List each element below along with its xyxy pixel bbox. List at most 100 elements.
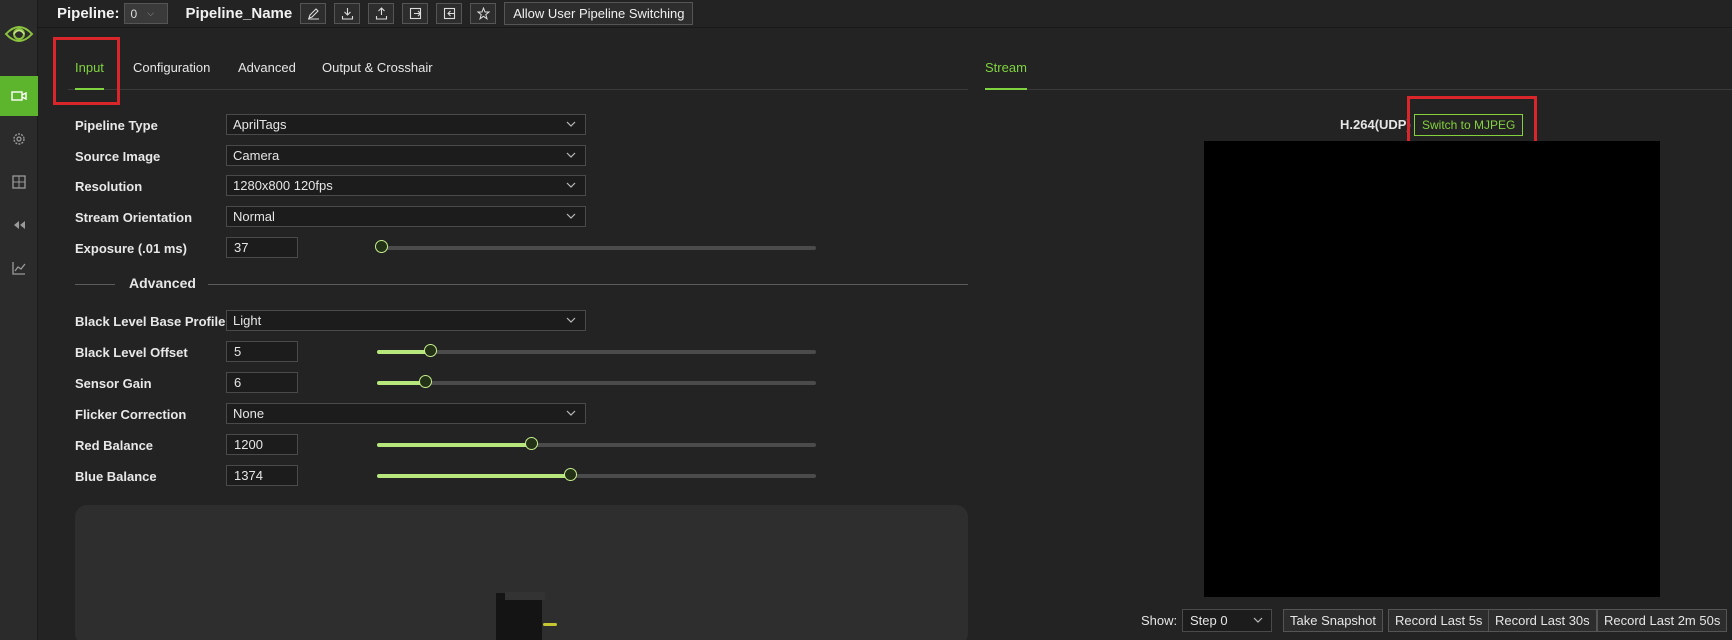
tab-configuration[interactable]: Configuration	[133, 60, 210, 90]
show-step-select[interactable]: Step 0	[1182, 609, 1272, 632]
sensor-gain-slider[interactable]	[377, 375, 816, 388]
red-balance-input[interactable]: 1200	[226, 434, 298, 455]
black-level-profile-select[interactable]: Light	[226, 310, 586, 331]
sidebar	[0, 0, 38, 640]
download-pipeline-button[interactable]	[334, 3, 361, 24]
chart-icon	[12, 262, 26, 275]
flicker-correction-value: None	[233, 406, 265, 421]
black-level-profile-label: Black Level Base Profile	[75, 314, 226, 329]
resolution-label: Resolution	[75, 179, 143, 194]
pipeline-index-value: 0	[130, 6, 138, 21]
resolution-select[interactable]: 1280x800 120fps	[226, 175, 586, 196]
source-image-label: Source Image	[75, 149, 161, 164]
dashboard-icon	[12, 175, 26, 189]
source-image-value: Camera	[233, 148, 280, 163]
chevron-down-icon	[566, 121, 576, 127]
exposure-label: Exposure (.01 ms)	[75, 241, 187, 256]
red-balance-slider-fill	[377, 443, 531, 447]
export-pipeline-button[interactable]	[402, 3, 429, 24]
flicker-correction-label: Flicker Correction	[75, 407, 187, 422]
tab-output-crosshair[interactable]: Output & Crosshair	[322, 60, 433, 90]
sensor-gain-label: Sensor Gain	[75, 376, 152, 391]
star-icon	[476, 7, 490, 20]
upload-pipeline-button[interactable]	[368, 3, 395, 24]
red-balance-slider-handle[interactable]	[524, 437, 538, 450]
record-last-2m50s-button[interactable]: Record Last 2m 50s	[1597, 609, 1728, 632]
pipeline-type-select[interactable]: AprilTags	[226, 114, 586, 135]
exposure-slider[interactable]	[375, 240, 816, 253]
black-level-offset-slider[interactable]	[377, 344, 816, 357]
black-level-offset-input[interactable]: 5	[226, 341, 298, 362]
tab-advanced[interactable]: Advanced	[238, 60, 296, 90]
black-level-offset-slider-handle[interactable]	[423, 344, 437, 357]
blue-balance-label: Blue Balance	[75, 469, 157, 484]
advanced-section-title: Advanced	[129, 275, 196, 291]
preview-camera-object-top	[505, 592, 545, 600]
sensor-gain-slider-fill	[377, 381, 426, 385]
take-snapshot-button[interactable]: Take Snapshot	[1283, 609, 1384, 632]
show-step-value: Step 0	[1190, 613, 1228, 628]
tab-stream[interactable]: Stream	[985, 60, 1027, 90]
exposure-input[interactable]: 37	[226, 237, 298, 258]
import-icon	[443, 7, 455, 20]
chevron-down-icon	[566, 213, 576, 219]
red-balance-slider[interactable]	[377, 437, 816, 450]
edit-pipeline-button[interactable]	[300, 3, 327, 24]
mjpeg-button-highlight	[1407, 96, 1537, 144]
black-level-offset-label: Black Level Offset	[75, 345, 188, 360]
exposure-slider-handle[interactable]	[375, 240, 389, 253]
pipeline-name[interactable]: Pipeline_Name	[186, 5, 293, 22]
red-balance-label: Red Balance	[75, 438, 154, 453]
source-image-select[interactable]: Camera	[226, 145, 586, 166]
flicker-correction-select[interactable]: None	[226, 403, 586, 424]
sidebar-item-metrics[interactable]	[0, 248, 38, 288]
chevron-down-icon	[566, 182, 576, 188]
edit-icon	[307, 8, 319, 20]
import-pipeline-button[interactable]	[436, 3, 463, 24]
download-icon	[341, 8, 353, 20]
stream-codec-label: H.264(UDP)	[1340, 117, 1411, 132]
rewind-icon	[14, 221, 25, 229]
pipeline-type-value: AprilTags	[233, 117, 287, 132]
stream-orientation-value: Normal	[233, 209, 275, 224]
upload-icon	[375, 7, 387, 20]
sidebar-item-settings[interactable]	[0, 119, 38, 159]
black-level-offset-slider-fill	[377, 350, 430, 354]
pipeline-index-select[interactable]: 0 ⌵	[123, 3, 168, 24]
favorite-pipeline-button[interactable]	[470, 3, 497, 24]
preview-target-marker	[543, 623, 557, 626]
sidebar-item-rewind[interactable]	[0, 205, 38, 245]
blue-balance-slider[interactable]	[377, 468, 816, 481]
sensor-gain-input[interactable]: 6	[226, 372, 298, 393]
input-tab-highlight	[53, 37, 120, 105]
sidebar-item-dashboard[interactable]	[0, 162, 38, 202]
resolution-value: 1280x800 120fps	[233, 178, 333, 193]
black-level-profile-value: Light	[233, 313, 262, 328]
advanced-section-divider: Advanced	[75, 275, 968, 291]
sensor-gain-slider-handle[interactable]	[419, 375, 433, 388]
chevron-down-icon	[1253, 617, 1263, 623]
stream-tabs: Stream	[985, 52, 1732, 90]
divider-line-left	[75, 284, 115, 285]
pipeline-type-label: Pipeline Type	[75, 118, 158, 133]
chevron-down-icon: ⌵	[147, 8, 155, 18]
divider-line-right	[208, 284, 968, 285]
photonvision-logo-icon[interactable]	[3, 18, 35, 50]
stream-orientation-select[interactable]: Normal	[226, 206, 586, 227]
pipeline-label: Pipeline:	[57, 5, 120, 22]
blue-balance-input[interactable]: 1374	[226, 465, 298, 486]
preview-camera-object	[496, 593, 542, 640]
record-last-5s-button[interactable]: Record Last 5s	[1388, 609, 1490, 632]
blue-balance-slider-handle[interactable]	[564, 468, 578, 481]
3d-target-preview[interactable]	[75, 505, 968, 640]
blue-balance-slider-fill	[377, 474, 571, 478]
stream-orientation-label: Stream Orientation	[75, 210, 193, 225]
chevron-down-icon	[566, 317, 576, 323]
sidebar-item-camera[interactable]	[0, 76, 38, 116]
record-last-30s-button[interactable]: Record Last 30s	[1488, 609, 1597, 632]
gear-icon	[13, 133, 25, 145]
camera-stream-view[interactable]	[1204, 141, 1660, 597]
allow-pipeline-switching-button[interactable]: Allow User Pipeline Switching	[504, 2, 694, 25]
chevron-down-icon	[566, 410, 576, 416]
show-label: Show:	[1141, 613, 1178, 628]
